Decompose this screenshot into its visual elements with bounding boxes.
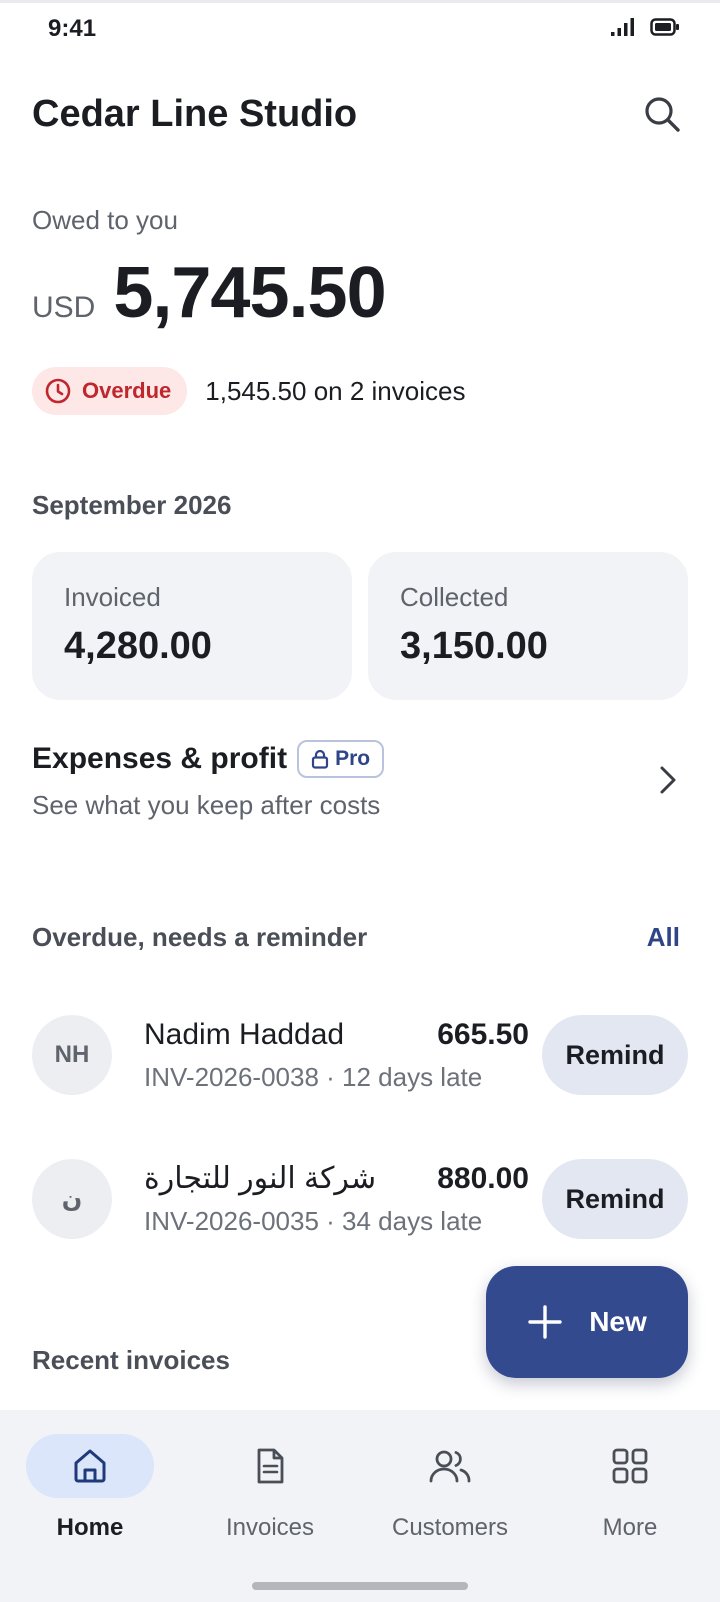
signal-icon — [611, 18, 634, 36]
invoiced-label: Invoiced — [64, 582, 161, 612]
nav-label-customers: Customers — [391, 1514, 509, 1541]
search-button[interactable] — [636, 88, 688, 140]
app-bar: Cedar Line Studio — [32, 84, 688, 144]
collected-label: Collected — [400, 582, 509, 612]
pro-badge: Pro — [297, 739, 385, 778]
collected-value: 3,150.00 — [400, 625, 548, 667]
bottom-nav: Home Invoices Customers More — [0, 1410, 720, 1602]
avatar: NH — [32, 1015, 112, 1095]
status-time: 9:41 — [48, 15, 97, 42]
expenses-profit-text: Expenses & profit Pro See what you keep … — [32, 739, 385, 821]
collected-card[interactable]: Collected 3,150.00 — [368, 552, 688, 700]
chevron-right-icon — [660, 766, 676, 794]
avatar: ن — [32, 1159, 112, 1239]
status-bar: 9:41 — [0, 0, 720, 56]
nav-item-more[interactable]: More — [540, 1434, 720, 1542]
expenses-chevron — [648, 760, 688, 800]
new-invoice-button[interactable]: New — [486, 1266, 688, 1378]
reminder-top: Nadim Haddad 665.50 — [144, 1018, 529, 1052]
owed-amount: USD 5,745.50 — [32, 252, 387, 334]
overdue-all-link[interactable]: All — [647, 922, 688, 953]
nav-item-customers[interactable]: Customers — [360, 1434, 540, 1542]
document-icon — [257, 1448, 284, 1484]
home-indicator — [252, 1582, 468, 1590]
status-icons — [610, 17, 680, 37]
clock-icon — [45, 378, 71, 404]
invoiced-value: 4,280.00 — [64, 625, 212, 667]
page-title: Cedar Line Studio — [32, 92, 358, 135]
reminder-info: شركة النور للتجارة 880.00 INV-2026-0035 … — [144, 1161, 529, 1237]
overdue-badge: Overdue — [32, 367, 188, 415]
overdue-section-title: Overdue, needs a reminder — [32, 922, 368, 952]
expenses-subtitle: See what you keep after costs — [32, 789, 381, 820]
remind-button[interactable]: Remind — [542, 1015, 688, 1095]
reminder-top: شركة النور للتجارة 880.00 — [144, 1161, 529, 1196]
people-icon — [429, 1450, 471, 1483]
nav-item-invoices[interactable]: Invoices — [180, 1434, 360, 1542]
expenses-title-line: Expenses & profit Pro — [32, 739, 385, 778]
reminder-info: Nadim Haddad 665.50 INV-2026-0038 · 12 d… — [144, 1018, 529, 1093]
invoice-amount: 665.50 — [437, 1017, 529, 1051]
pro-badge-label: Pro — [335, 746, 371, 770]
grid-icon — [612, 1448, 648, 1484]
invoiced-card[interactable]: Invoiced 4,280.00 — [32, 552, 352, 700]
invoice-amount: 880.00 — [437, 1162, 529, 1195]
month-heading: September 2026 — [32, 490, 232, 520]
new-button-label: New — [589, 1306, 647, 1337]
overdue-section-header: Overdue, needs a reminder All — [32, 922, 688, 953]
recent-invoices-heading: Recent invoices — [32, 1345, 230, 1375]
expenses-profit-row[interactable]: Expenses & profit Pro See what you keep … — [32, 735, 688, 825]
customer-name: شركة النور للتجارة — [144, 1162, 377, 1195]
overdue-summary: 1,545.50 on 2 invoices — [205, 375, 466, 406]
invoice-meta: INV-2026-0035 · 34 days late — [144, 1206, 483, 1236]
nav-label-home: Home — [56, 1514, 124, 1541]
search-icon — [645, 97, 680, 132]
customer-name: Nadim Haddad — [144, 1017, 345, 1051]
overdue-row[interactable]: Overdue 1,545.50 on 2 invoices — [32, 367, 465, 415]
home-icon — [74, 1449, 106, 1483]
owed-value: 5,745.50 — [113, 253, 386, 333]
list-item[interactable]: NH Nadim Haddad 665.50 INV-2026-0038 · 1… — [32, 1015, 688, 1095]
battery-icon — [650, 18, 679, 36]
overdue-badge-label: Overdue — [82, 378, 172, 403]
nav-label-invoices: Invoices — [225, 1514, 315, 1541]
owed-currency: USD — [32, 291, 96, 324]
invoice-meta: INV-2026-0038 · 12 days late — [144, 1061, 483, 1092]
nav-item-home[interactable]: Home — [0, 1434, 180, 1542]
nav-label-more: More — [602, 1514, 658, 1541]
lock-icon — [311, 749, 329, 769]
plus-icon — [528, 1305, 562, 1339]
expenses-title: Expenses & profit — [32, 741, 288, 775]
list-item[interactable]: ن شركة النور للتجارة 880.00 INV-2026-003… — [32, 1159, 688, 1239]
nav-active-indicator — [26, 1434, 154, 1498]
owed-label: Owed to you — [32, 205, 178, 235]
remind-button[interactable]: Remind — [542, 1159, 688, 1239]
